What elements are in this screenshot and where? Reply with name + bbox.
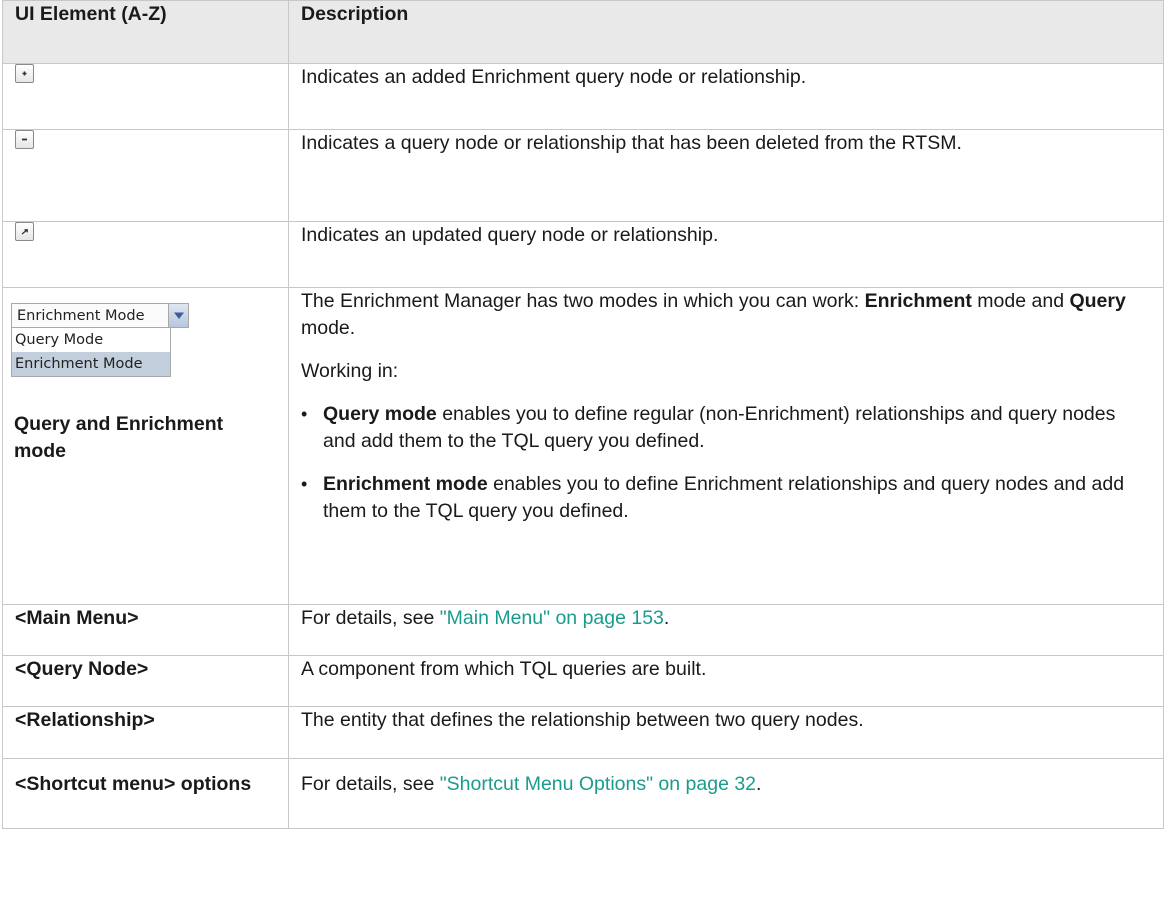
mode-dropdown-list: Query Mode Enrichment Mode [11,328,171,377]
element-label: Query and Enrichment mode [14,413,224,462]
description-cell: Indicates an added Enrichment query node… [288,63,1164,130]
description-text: For details, see [301,607,440,629]
added-plus-icon [15,64,34,83]
element-cell: <Relationship> [2,706,289,759]
element-cell: <Query Node> [2,655,289,707]
element-label: <Main Menu> [15,607,139,629]
description-cell: Indicates an updated query node or relat… [288,221,1164,288]
intro-text: mode and [971,290,1070,312]
description-cell: Indicates a query node or relationship t… [288,129,1164,222]
table-row: Enrichment Mode Query Mode Enrichment Mo… [2,287,1164,605]
description-text: . [756,773,762,795]
intro-text: The Enrichment Manager has two modes in … [301,290,865,312]
description-text: Indicates an added Enrichment query node… [301,66,807,88]
element-cell [2,129,289,222]
element-cell [2,221,289,288]
description-text: The entity that defines the relationship… [301,709,864,731]
mode-intro-paragraph: The Enrichment Manager has two modes in … [301,288,1151,342]
shortcut-menu-link[interactable]: "Shortcut Menu Options" on page 32 [440,773,756,795]
working-in-paragraph: Working in: [301,360,399,382]
description-text: Indicates a query node or relationship t… [301,132,962,154]
element-cell: <Shortcut menu> options [2,758,289,829]
mode-bullet-list: Query mode enables you to define regular… [301,401,1151,525]
description-text: A component from which TQL queries are b… [301,658,707,680]
element-label: <Query Node> [15,658,149,680]
list-item: Enrichment mode enables you to define En… [301,471,1151,525]
mode-dropdown: Enrichment Mode Query Mode Enrichment Mo… [11,303,189,377]
table-row: <Shortcut menu> options For details, see… [2,758,1164,829]
element-cell [2,63,289,130]
table-header-row: UI Element (A-Z) Description [2,0,1164,64]
mode-dropdown-field: Enrichment Mode [11,303,189,328]
ui-elements-table: UI Element (A-Z) Description Indicates a… [2,0,1164,829]
description-text: . [663,607,670,629]
intro-text: mode. [301,317,356,339]
table-row: Indicates an added Enrichment query node… [2,63,1164,130]
chevron-down-icon [168,304,188,327]
description-cell: A component from which TQL queries are b… [288,655,1164,707]
table-row: Indicates an updated query node or relat… [2,221,1164,288]
table-row: <Relationship> The entity that defines t… [2,706,1164,759]
mode-dropdown-selected: Enrichment Mode [17,308,145,324]
table-row: <Query Node> A component from which TQL … [2,655,1164,707]
element-label: <Relationship> [15,709,155,731]
mode-option-query: Query Mode [15,332,104,348]
list-item: Query mode enables you to define regular… [301,401,1151,455]
column-header-ui-element: UI Element (A-Z) [2,0,289,64]
intro-bold-query: Query [1069,290,1126,312]
description-text: Indicates an updated query node or relat… [301,224,719,246]
description-cell: The Enrichment Manager has two modes in … [288,287,1164,605]
intro-bold-enrichment: Enrichment [864,290,972,312]
mode-option-enrichment: Enrichment Mode [12,352,170,376]
bullet-term: Enrichment mode [323,473,488,495]
table-row: <Main Menu> For details, see "Main Menu"… [2,604,1164,656]
description-cell: For details, see "Main Menu" on page 153… [288,604,1164,656]
updated-arrow-icon [15,222,34,241]
description-cell: The entity that defines the relationship… [288,706,1164,759]
bullet-text: enables you to define regular (non-Enric… [323,403,1116,452]
element-cell: Enrichment Mode Query Mode Enrichment Mo… [2,287,289,605]
bullet-term: Query mode [323,403,437,425]
main-menu-link[interactable]: "Main Menu" on page 153 [440,607,664,629]
column-header-description: Description [288,0,1164,64]
table-row: Indicates a query node or relationship t… [2,129,1164,222]
description-text: For details, see [301,773,440,795]
deleted-minus-icon [15,130,34,149]
element-label: <Shortcut menu> options [15,773,252,795]
description-cell: For details, see "Shortcut Menu Options"… [288,758,1164,829]
element-cell: <Main Menu> [2,604,289,656]
